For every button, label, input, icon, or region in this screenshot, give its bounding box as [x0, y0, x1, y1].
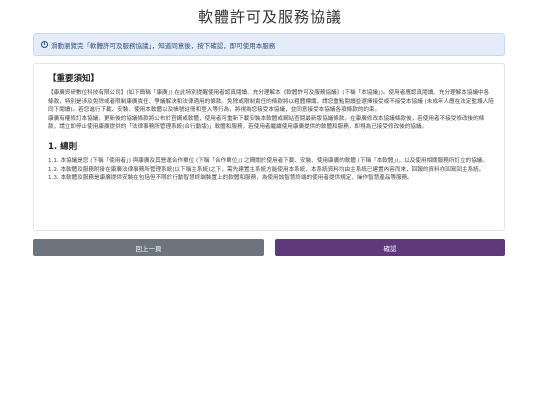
instruction-alert: i 滑動瀏覽完「軟體許可及服務協議」，知道同意後，按下確認，即可使用本服務	[33, 33, 505, 56]
clause-paragraph: 1.2. 本軟體及服務附掛在康廣法律事務所管理系統(以下稱主系統)之下，需先建置…	[48, 166, 485, 173]
page-title: 軟體許可及服務協議	[197, 8, 342, 26]
important-notice-heading: 【重要須知】	[48, 74, 100, 84]
terms-scroll-panel[interactable]: 【重要須知】 【康廣資研數位科技有限公司】(如下簡稱「康廣」) 在此特別提醒使用…	[33, 63, 505, 231]
info-circle-icon: i	[41, 41, 48, 48]
back-button[interactable]: 回上一頁	[33, 239, 264, 256]
general-provisions-heading: 1. 總則	[48, 141, 78, 152]
instruction-text: 滑動瀏覽完「軟體許可及服務協議」，知道同意後，按下確認，即可使用本服務	[51, 41, 276, 50]
notice-paragraph: 【康廣資研數位科技有限公司】(如下簡稱「康廣」) 在此特別提醒使用者認真閱讀、充…	[48, 90, 494, 114]
clause-paragraph: 1.1. 本協議是您 (下稱「使用者」) 與康廣及其營運合作單位 (下稱「合作單…	[48, 157, 488, 164]
confirm-button[interactable]: 確認	[275, 239, 505, 256]
notice-paragraph: 康廣有權修訂本協議，更新後的協議條款將公布於官網或軟體，使用者可重新下載安裝本軟…	[48, 115, 485, 131]
clause-paragraph: 1.3. 本軟體及服務是康廣提供安裝在包括但不限於行動智慧終端裝置上的軟體和服務…	[48, 175, 413, 182]
